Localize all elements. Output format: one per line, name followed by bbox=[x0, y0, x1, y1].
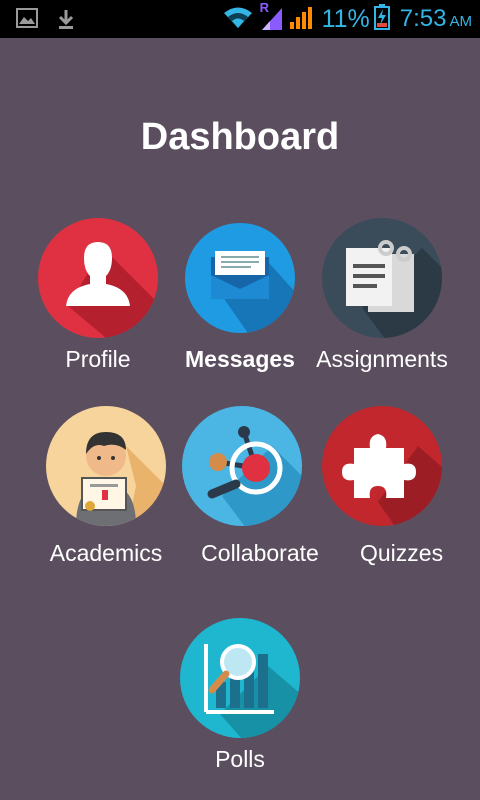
roaming-signal-icon: R bbox=[258, 0, 284, 35]
collaborate-icon-circle[interactable] bbox=[182, 406, 302, 526]
roaming-badge: R bbox=[259, 0, 269, 15]
status-bar: R 11% 7:53 AM bbox=[0, 0, 480, 38]
envelope-icon bbox=[211, 251, 295, 333]
person-icon bbox=[66, 242, 158, 338]
page-title: Dashboard bbox=[140, 116, 340, 158]
tile-academics[interactable]: Academics bbox=[30, 406, 182, 567]
wifi-icon bbox=[222, 5, 254, 34]
tile-label-quizzes: Quizzes bbox=[360, 540, 444, 566]
academics-icon-circle[interactable] bbox=[46, 406, 166, 526]
clock-ampm: AM bbox=[449, 13, 473, 30]
tile-quizzes[interactable]: Quizzes bbox=[322, 406, 462, 567]
clock-time: 7:53 bbox=[399, 5, 447, 32]
tile-label-messages: Messages bbox=[185, 346, 295, 372]
chart-magnifier-icon bbox=[204, 644, 300, 738]
tile-polls[interactable]: Polls bbox=[180, 618, 300, 773]
battery-percent: 11% bbox=[321, 4, 370, 33]
assignments-icon-circle[interactable] bbox=[322, 218, 442, 338]
quizzes-icon-circle[interactable] bbox=[322, 406, 442, 526]
battery-charging-icon bbox=[373, 3, 390, 35]
tile-label-collaborate: Collaborate bbox=[201, 540, 319, 566]
student-certificate-icon bbox=[76, 432, 166, 526]
clock: 7:53 AM bbox=[400, 5, 472, 33]
tile-messages[interactable]: Messages bbox=[165, 218, 315, 373]
tile-assignments[interactable]: Assignments bbox=[306, 218, 458, 373]
download-icon bbox=[56, 8, 76, 35]
signal-icon bbox=[288, 4, 314, 35]
polls-icon-circle[interactable] bbox=[180, 618, 300, 738]
molecule-icon bbox=[207, 426, 302, 526]
puzzle-icon bbox=[342, 434, 442, 526]
tile-collaborate[interactable]: Collaborate bbox=[182, 406, 338, 567]
tile-label-polls: Polls bbox=[215, 746, 265, 772]
tile-label-profile: Profile bbox=[65, 346, 131, 372]
picture-icon bbox=[16, 8, 38, 35]
profile-icon-circle[interactable] bbox=[38, 218, 158, 338]
tile-label-academics: Academics bbox=[49, 540, 163, 566]
tile-label-assignments: Assignments bbox=[316, 346, 448, 372]
messages-icon-circle[interactable] bbox=[185, 223, 295, 333]
tile-profile[interactable]: Profile bbox=[38, 218, 158, 373]
clipboard-icon bbox=[346, 240, 442, 338]
